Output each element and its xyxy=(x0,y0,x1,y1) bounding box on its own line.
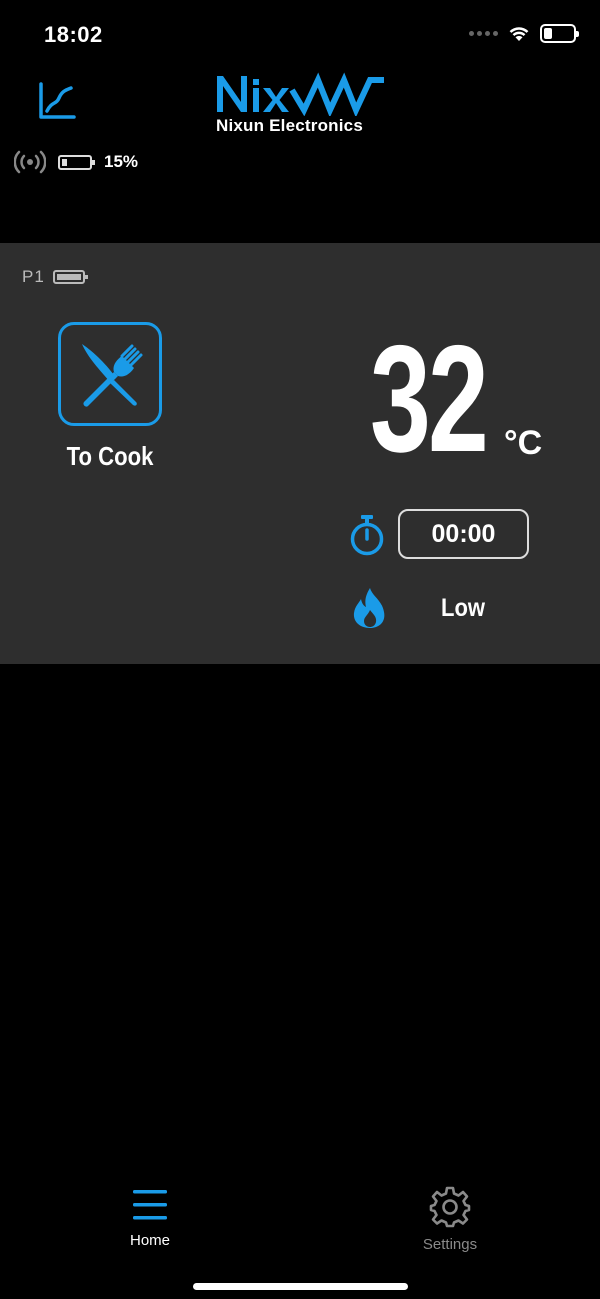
temperature-unit: °C xyxy=(504,424,543,462)
heat-level-label[interactable]: Low xyxy=(425,594,501,623)
device-status: 15% xyxy=(14,150,138,174)
food-select-button[interactable] xyxy=(58,322,162,426)
probe-label: P1 xyxy=(22,267,45,286)
temperature-value: 32 xyxy=(370,314,489,484)
battery-icon xyxy=(58,154,95,170)
timer-icon xyxy=(350,515,384,556)
tab-settings[interactable]: Settings xyxy=(395,1186,505,1253)
tab-home[interactable]: Home xyxy=(95,1186,205,1249)
gear-icon xyxy=(429,1186,471,1228)
wifi-icon xyxy=(509,27,529,41)
nixun-logo-icon xyxy=(217,72,384,116)
probe-battery-icon xyxy=(52,270,88,284)
brand-subtitle: Nixun Electronics xyxy=(216,116,363,135)
chart-icon[interactable] xyxy=(36,80,78,122)
device-battery-percent: 15% xyxy=(104,152,139,171)
brand-logo: Nixun Electronics xyxy=(214,70,394,136)
flame-icon xyxy=(353,588,385,628)
status-time: 18:02 xyxy=(44,22,103,47)
home-menu-icon xyxy=(133,1190,167,1220)
probe-card[interactable]: P1 To Cook 32 °C 00:00 Low xyxy=(0,243,600,664)
food-label: To Cook xyxy=(66,441,154,471)
cellular-signal-icon xyxy=(469,31,498,36)
timer-display[interactable]: 00:00 xyxy=(398,509,529,559)
tab-settings-label: Settings xyxy=(422,1236,478,1253)
food-icon xyxy=(82,344,143,407)
home-indicator xyxy=(193,1283,408,1290)
phone-battery-icon xyxy=(540,24,579,43)
signal-icon xyxy=(14,150,46,174)
probe-header: P1 xyxy=(22,267,88,287)
status-icons xyxy=(469,24,579,43)
tab-home-label: Home xyxy=(129,1232,170,1249)
